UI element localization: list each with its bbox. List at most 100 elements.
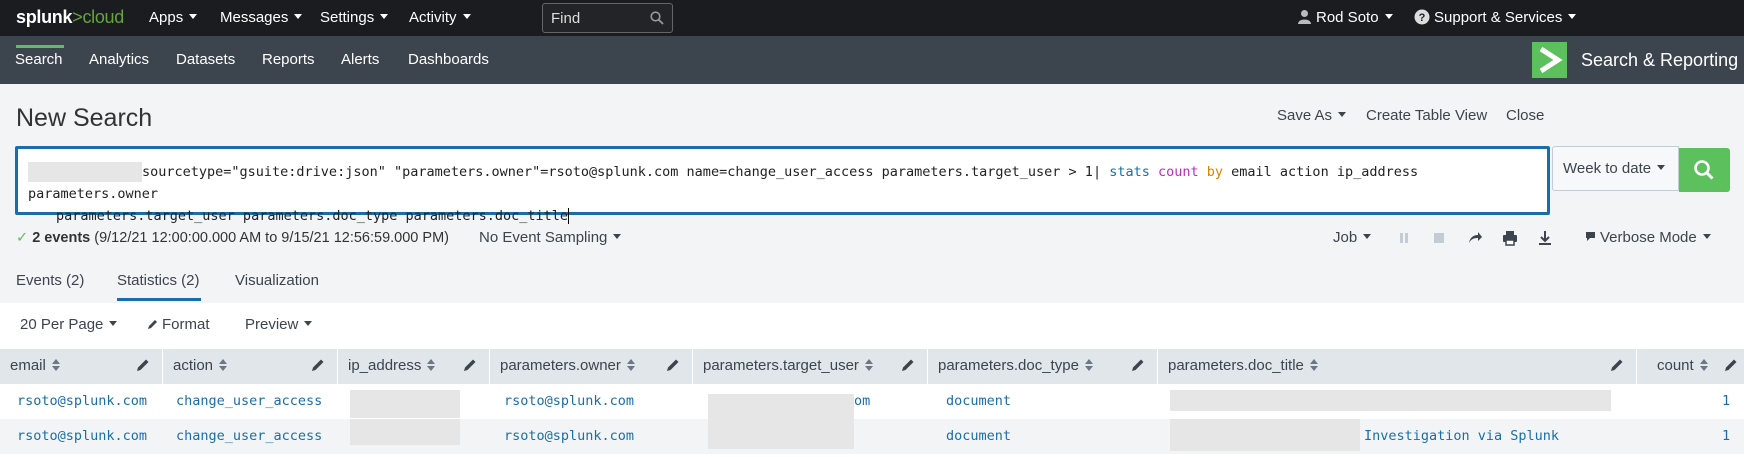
cell-action[interactable]: change_user_access (176, 428, 322, 444)
stop-icon[interactable] (1429, 228, 1449, 248)
settings-menu[interactable]: Settings (320, 9, 389, 26)
sort-icon[interactable] (1699, 359, 1708, 371)
nav-active-indicator (16, 45, 64, 48)
column-header-parameters-target-user[interactable]: parameters.target_user (693, 349, 928, 384)
user-icon (1298, 10, 1311, 24)
pencil-icon[interactable] (136, 358, 150, 372)
activity-menu-label: Activity (409, 9, 457, 26)
messages-menu[interactable]: Messages (220, 9, 303, 26)
tab-events[interactable]: Events (2) (16, 272, 84, 289)
splunk-cloud-logo[interactable]: splunk>cloud (16, 7, 124, 28)
column-header-count[interactable]: count (1637, 349, 1744, 384)
column-header-ip-address[interactable]: ip_address (338, 349, 490, 384)
column-header-parameters-doc-title[interactable]: parameters.doc_title (1158, 349, 1637, 384)
sort-icon[interactable] (51, 359, 60, 371)
activity-menu[interactable]: Activity (409, 9, 471, 26)
event-count: 2 events (32, 230, 91, 246)
chevron-down-icon (304, 321, 313, 326)
cell-count[interactable]: 1 (1722, 428, 1730, 444)
pencil-icon[interactable] (311, 358, 325, 372)
cell-action[interactable]: change_user_access (176, 393, 322, 409)
sort-icon[interactable] (864, 359, 873, 371)
format-button[interactable]: Format (147, 316, 210, 333)
nav-reports[interactable]: Reports (262, 51, 315, 68)
apps-menu[interactable]: Apps (149, 9, 198, 26)
cell-doc-type[interactable]: document (946, 393, 1011, 409)
query-line-2: parameters.target_user parameters.doc_ty… (56, 208, 569, 224)
time-span: (9/12/21 12:00:00.000 AM to 9/15/21 12:5… (94, 230, 449, 246)
column-header-email[interactable]: email (0, 349, 163, 384)
find-input[interactable] (543, 4, 643, 32)
chevron-down-icon (613, 234, 622, 239)
search-query-input[interactable]: sourcetype="gsuite:drive:json" "paramete… (15, 146, 1550, 224)
pause-icon[interactable] (1394, 228, 1414, 248)
redacted-target-user (708, 394, 854, 419)
tab-visualization[interactable]: Visualization (235, 272, 319, 289)
user-menu[interactable]: Rod Soto (1297, 9, 1393, 26)
sort-icon[interactable] (626, 359, 635, 371)
user-name: Rod Soto (1316, 9, 1379, 26)
sort-icon[interactable] (1309, 359, 1318, 371)
chevron-down-icon (1384, 14, 1393, 19)
time-range-picker[interactable]: Week to date (1552, 146, 1679, 191)
pencil-icon[interactable] (666, 358, 680, 372)
cell-count[interactable]: 1 (1722, 393, 1730, 409)
settings-menu-label: Settings (320, 9, 375, 26)
nav-datasets[interactable]: Datasets (176, 51, 235, 68)
create-table-view-button[interactable]: Create Table View (1366, 107, 1487, 124)
cell-email[interactable]: rsoto@splunk.com (17, 393, 147, 409)
pencil-icon[interactable] (1724, 358, 1738, 372)
pencil-icon[interactable] (1610, 358, 1624, 372)
cell-doc-title[interactable]: Investigation via Splunk (1364, 428, 1559, 444)
checkmark-icon: ✓ (16, 230, 29, 246)
column-header-action[interactable]: action (163, 349, 338, 384)
app-chevron-icon (1539, 46, 1563, 74)
pencil-icon[interactable] (1131, 358, 1145, 372)
save-as-button[interactable]: Save As (1277, 107, 1347, 124)
cell-email[interactable]: rsoto@splunk.com (17, 428, 147, 444)
sort-icon[interactable] (1084, 359, 1093, 371)
nav-alerts[interactable]: Alerts (341, 51, 379, 68)
nav-analytics[interactable]: Analytics (89, 51, 149, 68)
column-header-parameters-owner[interactable]: parameters.owner (490, 349, 693, 384)
cell-doc-type[interactable]: document (946, 428, 1011, 444)
nav-search[interactable]: Search (15, 51, 63, 68)
job-menu-label: Job (1333, 229, 1358, 246)
sort-icon[interactable] (219, 359, 228, 371)
preview-dropdown[interactable]: Preview (245, 316, 313, 333)
per-page-label: 20 Per Page (20, 316, 104, 333)
format-label: Format (162, 316, 210, 333)
column-header-parameters-doc-type[interactable]: parameters.doc_type (928, 349, 1158, 384)
job-menu[interactable]: Job (1333, 229, 1372, 246)
query-keyword-stats: stats (1109, 164, 1150, 180)
per-page-dropdown[interactable]: 20 Per Page (20, 316, 118, 333)
chevron-down-icon (380, 14, 389, 19)
pencil-icon (148, 320, 157, 329)
close-button[interactable]: Close (1506, 107, 1544, 124)
search-icon[interactable] (650, 11, 664, 25)
redacted-doc-title (1170, 419, 1360, 451)
cell-owner[interactable]: rsoto@splunk.com (504, 393, 634, 409)
pencil-icon[interactable] (901, 358, 915, 372)
cell-owner[interactable]: rsoto@splunk.com (504, 428, 634, 444)
pencil-icon[interactable] (463, 358, 477, 372)
redacted-ip (350, 390, 460, 418)
apps-menu-label: Apps (149, 9, 184, 26)
cell-target-user[interactable]: om (854, 393, 870, 409)
share-icon[interactable] (1465, 228, 1485, 248)
query-keyword-by: by (1206, 164, 1224, 180)
find-box (542, 3, 673, 33)
query-segment-1: sourcetype="gsuite:drive:json" "paramete… (142, 164, 1110, 180)
search-query-text[interactable]: sourcetype="gsuite:drive:json" "paramete… (28, 161, 1528, 227)
run-search-button[interactable] (1679, 148, 1730, 192)
export-icon[interactable] (1535, 228, 1555, 248)
sort-icon[interactable] (427, 359, 436, 371)
nav-dashboards[interactable]: Dashboards (408, 51, 489, 68)
column-label: action (173, 357, 214, 374)
print-icon[interactable] (1500, 228, 1520, 248)
search-mode-dropdown[interactable]: Verbose Mode (1585, 229, 1711, 246)
tab-statistics[interactable]: Statistics (2) (117, 272, 200, 289)
support-menu[interactable]: ? Support & Services (1414, 9, 1577, 26)
event-sampling-dropdown[interactable]: No Event Sampling (479, 229, 622, 246)
chevron-down-icon (1657, 165, 1666, 170)
